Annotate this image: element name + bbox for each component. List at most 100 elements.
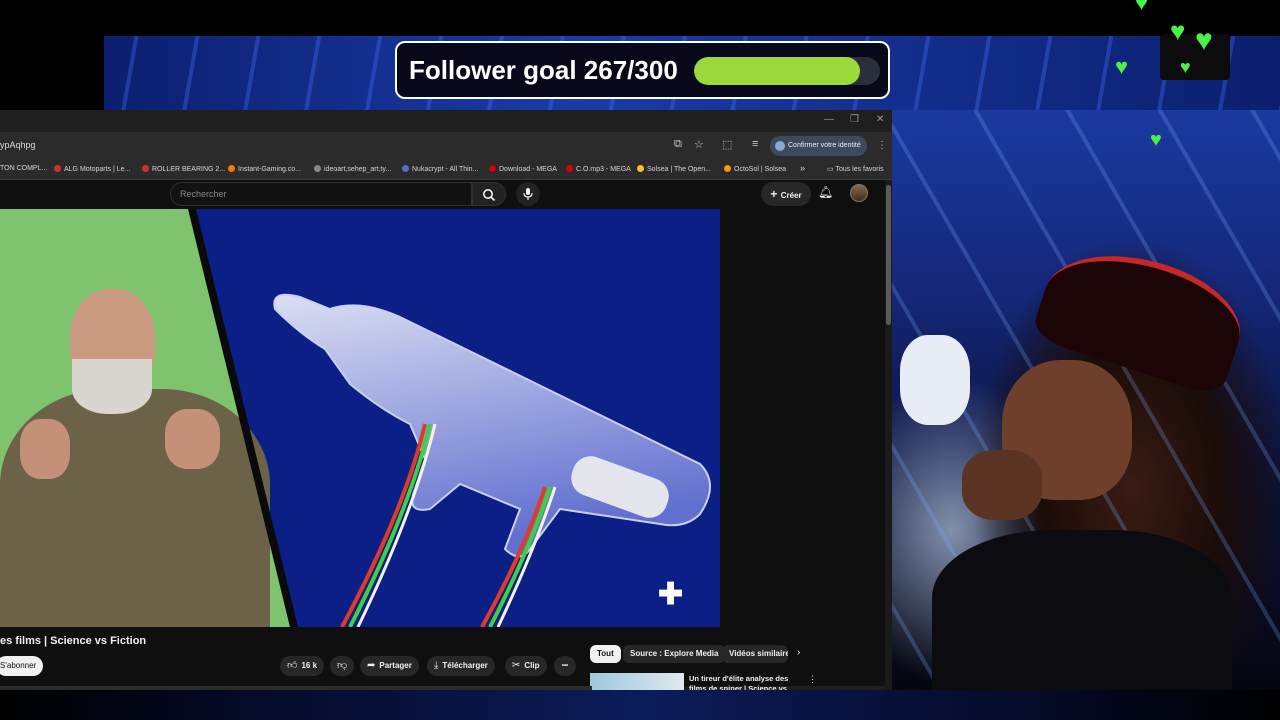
browser-window: — ❐ ✕ ypAqhpg ⧉ ☆ ⬚ ≡ Confirmer votre id… xyxy=(0,110,892,690)
heart-icon: ♥ xyxy=(1180,57,1191,77)
left-black-strip xyxy=(0,36,104,110)
recommendation-thumbnail[interactable] xyxy=(590,673,684,690)
heart-icon: ♥ xyxy=(1195,24,1213,57)
top-black-bar xyxy=(0,0,1280,36)
bottom-strip xyxy=(0,690,1280,720)
rifle-diagram xyxy=(273,293,711,627)
favicon-icon xyxy=(54,165,61,172)
streamer-body xyxy=(932,530,1232,690)
confirm-identity-label: Confirmer votre identité xyxy=(788,142,861,149)
confirm-identity-button[interactable]: Confirmer votre identité xyxy=(770,136,867,156)
more-actions-button[interactable]: ••• xyxy=(554,656,576,676)
presenter-right-hand xyxy=(165,409,220,469)
video-player[interactable]: ✚ xyxy=(0,209,720,627)
bookmark-item[interactable]: Instant-Gaming.co... xyxy=(228,165,301,173)
webcam-feed xyxy=(892,110,1280,690)
mega-icon xyxy=(489,165,496,172)
favicon-icon xyxy=(402,165,409,172)
extensions-icon[interactable]: ⬚ xyxy=(722,138,732,151)
voice-search-button[interactable] xyxy=(516,182,540,206)
bookmark-label: Nukacrypt - All Thin... xyxy=(412,166,479,173)
background-mask xyxy=(900,335,970,425)
follower-goal-widget: Follower goal 267/300 xyxy=(395,41,890,99)
maximize-icon[interactable]: ❐ xyxy=(850,114,859,125)
chip-all[interactable]: Tout xyxy=(590,645,621,663)
user-avatar[interactable] xyxy=(850,184,868,202)
bookmark-label: Instant-Gaming.co... xyxy=(238,166,302,173)
search-input[interactable]: Rechercher xyxy=(170,182,472,206)
subscribe-button[interactable]: S'abonner xyxy=(0,656,43,676)
favicon-icon xyxy=(142,165,149,172)
browser-menu-icon[interactable]: ⋮ xyxy=(877,140,887,151)
share-icon: ➦ xyxy=(367,660,376,671)
heart-icon: ♥ xyxy=(1170,16,1186,46)
install-app-icon[interactable]: ⧉ xyxy=(674,138,682,151)
search-icon xyxy=(483,189,496,202)
youtube-header: Rechercher + Créer 🔔︎ xyxy=(0,180,885,208)
all-bookmarks-folder[interactable]: ▭ Tous les favoris xyxy=(827,165,884,173)
like-count: 16 k xyxy=(301,661,318,670)
download-label: Télécharger xyxy=(442,661,488,670)
scrollbar-thumb[interactable] xyxy=(886,185,891,325)
favicon-icon xyxy=(724,165,731,172)
profile-icon xyxy=(775,141,785,151)
notifications-bell-icon[interactable]: 🔔︎ xyxy=(818,185,833,199)
bookmark-item[interactable]: TON COMPL... xyxy=(0,165,47,172)
video-title: es films | Science vs Fiction xyxy=(0,635,147,647)
bookmark-star-icon[interactable]: ☆ xyxy=(694,138,704,151)
bookmark-item[interactable]: ideoart,sehep_art,ty... xyxy=(314,165,391,173)
plus-icon: ✚ xyxy=(658,578,684,611)
address-bar: ypAqhpg ⧉ ☆ ⬚ ≡ Confirmer votre identité… xyxy=(0,132,892,160)
more-icon: ••• xyxy=(561,663,569,669)
more-bookmarks-icon[interactable]: » xyxy=(800,163,805,173)
share-button[interactable]: ➦ Partager xyxy=(360,656,419,676)
scissors-icon: ✂ xyxy=(512,660,521,671)
bookmark-item[interactable]: ALG Motoparts | Le... xyxy=(54,165,130,173)
bookmark-item[interactable]: Nukacrypt - All Thin... xyxy=(402,165,478,173)
like-button[interactable]: 👍︎ 16 k xyxy=(280,656,325,676)
bookmark-item[interactable]: C.O.mp3 - MEGA xyxy=(566,165,631,173)
bookmark-item[interactable]: OctoSol | Solsea xyxy=(724,165,786,173)
bookmark-label: OctoSol | Solsea xyxy=(734,166,787,173)
bookmark-label: ROLLER BEARING 2... xyxy=(152,166,226,173)
search-button[interactable] xyxy=(472,182,506,206)
chevron-right-icon[interactable]: › xyxy=(797,647,800,658)
heart-icon: ♥ xyxy=(1150,129,1162,151)
wire-red xyxy=(340,423,427,627)
search-placeholder: Rechercher xyxy=(180,189,227,199)
streamer-hand xyxy=(962,450,1042,520)
clip-button[interactable]: ✂ Clip xyxy=(505,656,547,676)
minimize-icon[interactable]: — xyxy=(824,114,834,125)
url-text[interactable]: ypAqhpg xyxy=(0,140,36,150)
bookmark-label: Download - MEGA xyxy=(499,166,557,173)
microphone-icon xyxy=(523,188,533,200)
favicon-icon xyxy=(314,165,321,172)
bookmark-item[interactable]: ROLLER BEARING 2... xyxy=(142,165,225,173)
chip-source[interactable]: Source : Explore Media xyxy=(623,645,726,663)
heart-icon: ♥ xyxy=(1135,0,1149,15)
bookmarks-bar: TON COMPL... ALG Motoparts | Le... ROLLE… xyxy=(0,160,892,180)
follower-goal-fill xyxy=(694,57,860,85)
chip-similar[interactable]: Vidéos similaire xyxy=(722,645,788,663)
heart-icon: ♥ xyxy=(1115,54,1129,79)
bookmark-label: Solsea | The Open... xyxy=(647,166,711,173)
download-button[interactable]: ⤓ Télécharger xyxy=(427,656,495,676)
scrollbar[interactable] xyxy=(885,180,892,690)
media-control-icon[interactable]: ≡ xyxy=(752,138,758,150)
download-icon: ⤓ xyxy=(434,660,439,671)
bookmark-item[interactable]: Download - MEGA xyxy=(489,165,557,173)
close-icon[interactable]: ✕ xyxy=(876,114,884,125)
presenter-beard xyxy=(72,359,152,414)
recommendation-menu-icon[interactable]: ⋮ xyxy=(808,674,817,685)
dislike-button[interactable]: 👎︎ xyxy=(330,656,355,676)
bookmark-item[interactable]: Solsea | The Open... xyxy=(637,165,711,173)
bookmark-label: ALG Motoparts | Le... xyxy=(64,166,131,173)
clip-label: Clip xyxy=(524,661,540,670)
presenter-left-hand xyxy=(20,419,70,479)
favicon-icon xyxy=(637,165,644,172)
thumbs-up-icon: 👍︎ xyxy=(287,660,298,671)
create-label: Créer xyxy=(780,191,802,200)
bookmark-label: C.O.mp3 - MEGA xyxy=(576,166,631,173)
create-button[interactable]: + Créer xyxy=(761,182,811,206)
recommendation-title[interactable]: Un tireur d'élite analyse des films de s… xyxy=(689,674,799,690)
